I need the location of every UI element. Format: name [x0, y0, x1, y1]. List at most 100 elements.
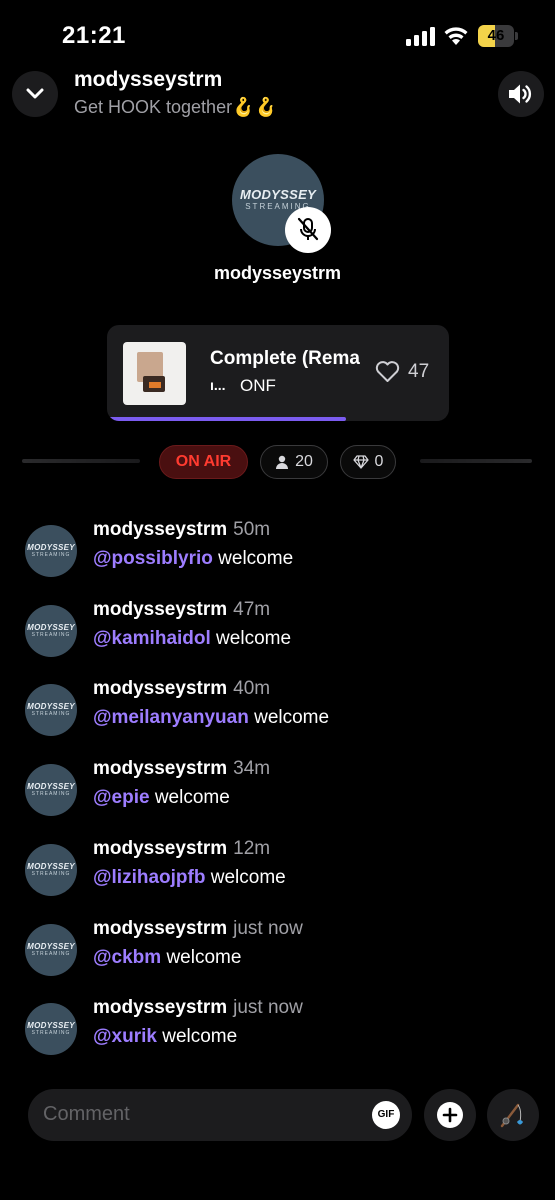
chat-timestamp: 34m — [233, 758, 271, 780]
wifi-icon — [444, 27, 468, 45]
chat-avatar-logo-sub: STREAMING — [31, 711, 71, 718]
chat-username[interactable]: modysseystrm just now — [93, 918, 303, 940]
chat-username[interactable]: modysseystrm 40m — [93, 678, 270, 700]
chat-message-text: @meilanyanyuan welcome — [93, 707, 329, 729]
add-button[interactable] — [424, 1089, 476, 1141]
mic-muted-badge — [285, 207, 331, 253]
playback-progress-fill — [107, 417, 347, 421]
like-button[interactable]: 47 — [375, 361, 429, 383]
chat-body: welcome — [205, 866, 286, 888]
song-prefix: ı... — [210, 377, 226, 393]
chat-message-text: @ckbm welcome — [93, 947, 241, 969]
chat-username-text: modysseystrm — [93, 678, 228, 700]
divider-left — [22, 459, 140, 463]
chat-timestamp: 12m — [233, 837, 271, 859]
chat-body: welcome — [156, 1026, 238, 1048]
collapse-button[interactable] — [12, 71, 58, 117]
status-bar: 21:21 46 — [0, 0, 555, 70]
chat-mention[interactable]: @epie — [93, 787, 150, 808]
chat-username-text: modysseystrm — [93, 519, 228, 540]
chat-message-text: @lizihaojpfb welcome — [93, 867, 286, 889]
chat-body: welcome — [210, 627, 292, 649]
chat-avatar[interactable]: MODYSSEY STREAMING — [25, 764, 77, 817]
chat-mention[interactable]: @lizihaojpfb — [93, 867, 205, 888]
chat-timestamp: 50m — [233, 519, 271, 540]
divider-right — [420, 459, 532, 463]
chat-avatar-logo-sub: STREAMING — [31, 1030, 71, 1037]
listener-count: 20 — [295, 453, 313, 470]
chat-timestamp: just now — [233, 917, 303, 939]
chat-timestamp: 40m — [233, 678, 271, 700]
gem-count: 0 — [374, 453, 384, 470]
chat-message-text: @kamihaidol welcome — [93, 628, 291, 650]
chat-avatar[interactable]: MODYSSEY STREAMING — [25, 684, 77, 737]
chat-body: welcome — [161, 946, 242, 968]
room-subtitle: Get HOOK together🪝🪝 — [74, 97, 277, 117]
chat-mention[interactable]: @meilanyanyuan — [93, 707, 249, 728]
gif-button[interactable]: GIF — [372, 1101, 400, 1129]
gem-count-pill[interactable]: 0 — [340, 445, 396, 479]
chat-message: MODYSSEY STREAMING modysseystrm 50m @possibl… — [0, 519, 555, 579]
chat-message-text: @xurik welcome — [93, 1026, 237, 1048]
chat-avatar[interactable]: MODYSSEY STREAMING — [25, 923, 77, 976]
like-count: 47 — [408, 361, 430, 382]
chat-mention[interactable]: @kamihaidol — [93, 628, 211, 649]
fishing-rod-button[interactable] — [487, 1089, 539, 1141]
playback-progress — [107, 417, 449, 421]
chat-timestamp: just now — [233, 997, 303, 1019]
chat-body: welcome — [149, 787, 230, 809]
signal-icon — [406, 27, 435, 46]
chat-username[interactable]: modysseystrm 34m — [93, 758, 270, 780]
chat-mention[interactable]: @possiblyrio — [93, 548, 213, 569]
chat-avatar-logo-sub: STREAMING — [31, 791, 71, 798]
song-artist: ONF — [240, 376, 276, 395]
chat-avatar-logo-main: MODYSSEY — [27, 782, 75, 792]
chat-avatar-logo-sub: STREAMING — [31, 552, 71, 558]
chat-message-text: @possiblyrio welcome — [93, 548, 293, 570]
chat-message: MODYSSEY STREAMING modysseystrm 40m @meilany… — [0, 678, 555, 738]
chat-avatar[interactable]: MODYSSEY STREAMING — [25, 843, 77, 896]
chat-mention[interactable]: @xurik — [93, 1026, 157, 1047]
person-icon — [276, 455, 289, 469]
chat-message: MODYSSEY STREAMING modysseystrm 34m @epie we… — [0, 758, 555, 818]
host-logo-main: MODYSSEY — [239, 187, 317, 202]
chat-message: MODYSSEY STREAMING modysseystrm 47m @kamihai… — [0, 599, 555, 659]
fishing-rod-icon — [500, 1103, 523, 1128]
chat-message-text: @epie welcome — [93, 787, 230, 809]
status-time: 21:21 — [62, 22, 126, 49]
chat-body: welcome — [248, 707, 330, 729]
room-title: modysseystrm — [74, 68, 223, 91]
now-playing-card[interactable]: Complete (Rema ı... ONF 47 — [107, 325, 449, 421]
chat-message: MODYSSEY STREAMING modysseystrm 12m @lizihao… — [0, 838, 555, 898]
chat-username-text: modysseystrm — [93, 837, 228, 859]
chat-username[interactable]: modysseystrm 50m — [93, 519, 270, 541]
plus-circle-icon — [437, 1102, 463, 1128]
listener-count-pill[interactable]: 20 — [260, 445, 328, 479]
battery-icon: 46 — [478, 25, 514, 47]
on-air-badge: ON AIR — [159, 445, 248, 479]
chat-username[interactable]: modysseystrm 12m — [93, 838, 270, 860]
speaker-button[interactable] — [498, 71, 544, 117]
chat-avatar-logo-main: MODYSSEY — [27, 702, 75, 712]
chat-username-text: modysseystrm — [93, 758, 228, 780]
chat-avatar-logo-main: MODYSSEY — [27, 622, 75, 632]
chat-avatar[interactable]: MODYSSEY STREAMING — [25, 525, 77, 577]
chat-username-text: modysseystrm — [93, 997, 228, 1019]
comment-input[interactable]: Comment GIF — [28, 1089, 412, 1141]
chat-avatar[interactable]: MODYSSEY STREAMING — [25, 604, 77, 657]
chat-username-text: modysseystrm — [93, 598, 228, 620]
chevron-down-icon — [26, 88, 44, 99]
chat-username[interactable]: modysseystrm just now — [93, 997, 303, 1019]
chat-avatar-logo-sub: STREAMING — [31, 870, 71, 877]
battery-level: 46 — [487, 27, 505, 44]
chat-body: welcome — [212, 548, 294, 569]
chat-avatar-logo-main: MODYSSEY — [27, 543, 75, 552]
host-name: modysseystrm — [213, 263, 342, 283]
chat-username[interactable]: modysseystrm 47m — [93, 599, 270, 621]
chat-mention[interactable]: @ckbm — [93, 947, 161, 968]
chat-avatar-logo-sub: STREAMING — [31, 950, 71, 957]
chat-avatar-logo-sub: STREAMING — [31, 631, 71, 638]
chat-message: MODYSSEY STREAMING modysseystrm just now @ck… — [0, 918, 555, 978]
mic-off-icon — [297, 217, 319, 241]
chat-avatar[interactable]: MODYSSEY STREAMING — [25, 1003, 77, 1056]
